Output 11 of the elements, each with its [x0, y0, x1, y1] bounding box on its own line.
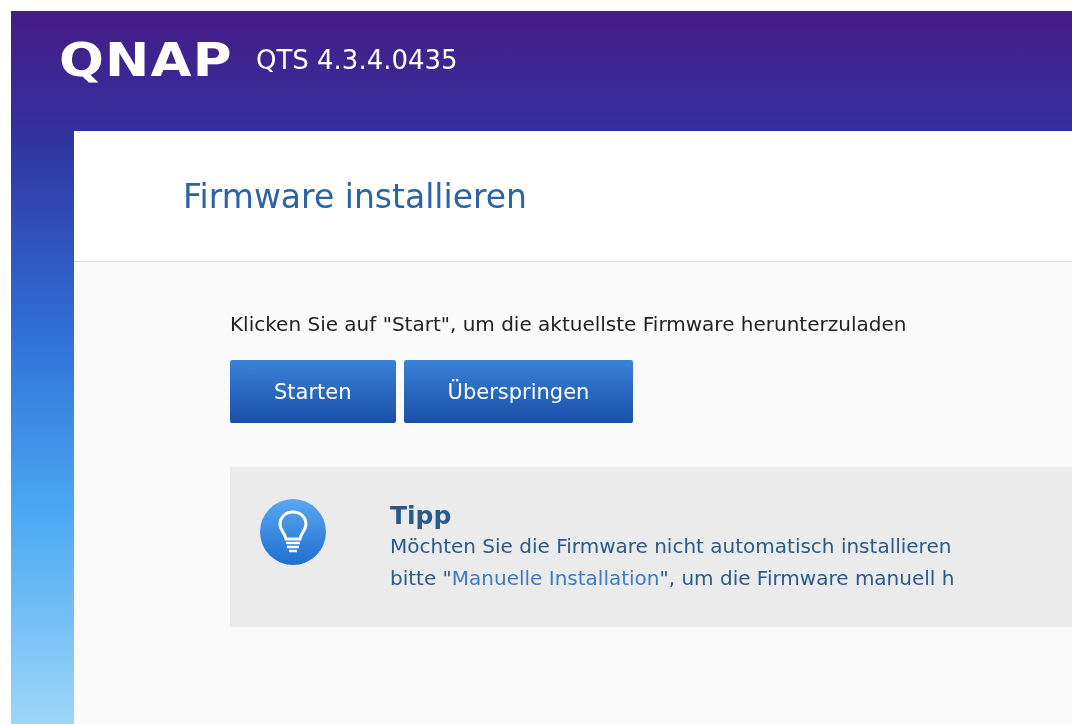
tip-title: Tipp — [390, 500, 453, 530]
version-label: QTS 4.3.4.0435 — [255, 47, 458, 73]
action-button[interactable]: Überspringen — [403, 360, 634, 423]
manual-install-link[interactable]: Manuelle Installation — [451, 565, 660, 590]
tip-text: bitte "Manuelle Installation", um die Firmware manuell h — [390, 564, 955, 592]
page-title: Firmware installieren — [183, 176, 528, 216]
lightbulb-icon — [260, 499, 326, 565]
action-button[interactable]: Starten — [230, 360, 396, 423]
logo: QNAP — [59, 37, 233, 83]
instruction-text: Klicken Sie auf "Start", um die aktuellste Firmware herunterzuladen — [230, 312, 908, 336]
tip-text: Möchten Sie die Firmware nicht automatisch installieren — [390, 532, 953, 560]
